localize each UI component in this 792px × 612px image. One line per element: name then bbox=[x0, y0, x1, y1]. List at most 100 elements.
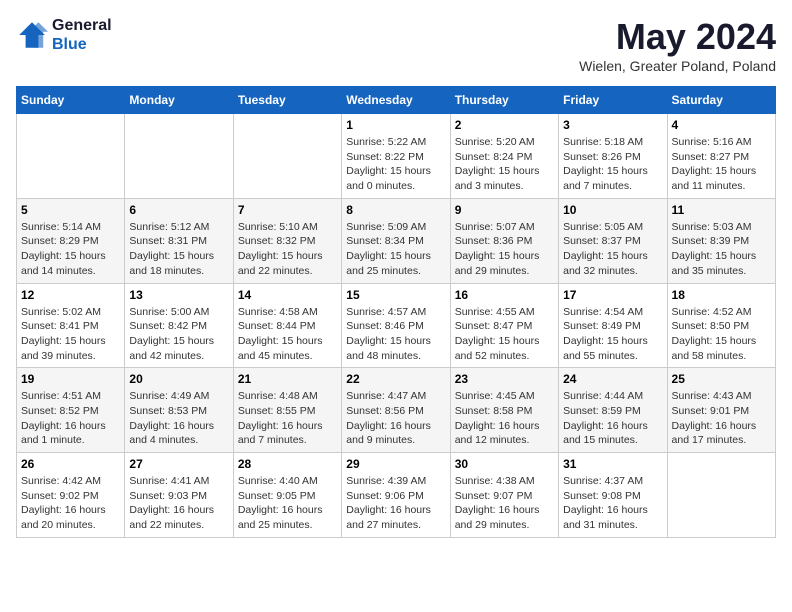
day-info: Sunrise: 4:49 AM Sunset: 8:53 PM Dayligh… bbox=[129, 389, 228, 448]
logo-icon bbox=[16, 19, 48, 51]
week-row-1: 5 Sunrise: 5:14 AM Sunset: 8:29 PM Daylig… bbox=[17, 198, 776, 283]
logo: General Blue bbox=[16, 16, 112, 54]
day-info: Sunrise: 4:37 AM Sunset: 9:08 PM Dayligh… bbox=[563, 474, 662, 533]
day-cell: 24 Sunrise: 4:44 AM Sunset: 8:59 PM Dayli… bbox=[559, 368, 667, 453]
location: Wielen, Greater Poland, Poland bbox=[579, 58, 776, 74]
day-number: 16 bbox=[455, 288, 554, 302]
day-cell: 27 Sunrise: 4:41 AM Sunset: 9:03 PM Dayli… bbox=[125, 453, 233, 538]
day-info: Sunrise: 4:52 AM Sunset: 8:50 PM Dayligh… bbox=[672, 305, 771, 364]
day-number: 26 bbox=[21, 457, 120, 471]
weekday-header-monday: Monday bbox=[125, 87, 233, 114]
day-info: Sunrise: 5:07 AM Sunset: 8:36 PM Dayligh… bbox=[455, 220, 554, 279]
day-info: Sunrise: 4:47 AM Sunset: 8:56 PM Dayligh… bbox=[346, 389, 445, 448]
day-cell: 2 Sunrise: 5:20 AM Sunset: 8:24 PM Daylig… bbox=[450, 114, 558, 199]
day-number: 17 bbox=[563, 288, 662, 302]
day-cell: 11 Sunrise: 5:03 AM Sunset: 8:39 PM Dayli… bbox=[667, 198, 775, 283]
day-number: 1 bbox=[346, 118, 445, 132]
day-number: 21 bbox=[238, 372, 337, 386]
day-number: 8 bbox=[346, 203, 445, 217]
day-number: 31 bbox=[563, 457, 662, 471]
day-number: 3 bbox=[563, 118, 662, 132]
weekday-header-tuesday: Tuesday bbox=[233, 87, 341, 114]
day-number: 4 bbox=[672, 118, 771, 132]
day-cell: 20Sunrise: 4:49 AM Sunset: 8:53 PM Dayli… bbox=[125, 368, 233, 453]
day-number: 6 bbox=[129, 203, 228, 217]
day-info: Sunrise: 5:16 AM Sunset: 8:27 PM Dayligh… bbox=[672, 135, 771, 194]
day-info: Sunrise: 5:05 AM Sunset: 8:37 PM Dayligh… bbox=[563, 220, 662, 279]
day-info: Sunrise: 4:42 AM Sunset: 9:02 PM Dayligh… bbox=[21, 474, 120, 533]
day-cell: 9 Sunrise: 5:07 AM Sunset: 8:36 PM Daylig… bbox=[450, 198, 558, 283]
day-cell: 5 Sunrise: 5:14 AM Sunset: 8:29 PM Daylig… bbox=[17, 198, 125, 283]
day-info: Sunrise: 5:18 AM Sunset: 8:26 PM Dayligh… bbox=[563, 135, 662, 194]
day-cell: 10 Sunrise: 5:05 AM Sunset: 8:37 PM Dayli… bbox=[559, 198, 667, 283]
day-number: 5 bbox=[21, 203, 120, 217]
calendar-table: SundayMondayTuesdayWednesdayThursdayFrid… bbox=[16, 86, 776, 538]
day-cell: 19Sunrise: 4:51 AM Sunset: 8:52 PM Dayli… bbox=[17, 368, 125, 453]
day-info: Sunrise: 5:22 AM Sunset: 8:22 PM Dayligh… bbox=[346, 135, 445, 194]
day-cell: 13Sunrise: 5:00 AM Sunset: 8:42 PM Dayli… bbox=[125, 283, 233, 368]
day-number: 7 bbox=[238, 203, 337, 217]
day-cell: 15 Sunrise: 4:57 AM Sunset: 8:46 PM Dayli… bbox=[342, 283, 450, 368]
month-title: May 2024 bbox=[579, 16, 776, 58]
day-cell: 6 Sunrise: 5:12 AM Sunset: 8:31 PM Daylig… bbox=[125, 198, 233, 283]
weekday-header-saturday: Saturday bbox=[667, 87, 775, 114]
day-info: Sunrise: 5:14 AM Sunset: 8:29 PM Dayligh… bbox=[21, 220, 120, 279]
day-number: 10 bbox=[563, 203, 662, 217]
weekday-header-sunday: Sunday bbox=[17, 87, 125, 114]
page-header: General Blue May 2024 Wielen, Greater Po… bbox=[16, 16, 776, 74]
day-cell: 12Sunrise: 5:02 AM Sunset: 8:41 PM Dayli… bbox=[17, 283, 125, 368]
day-info: Sunrise: 4:48 AM Sunset: 8:55 PM Dayligh… bbox=[238, 389, 337, 448]
day-info: Sunrise: 5:02 AM Sunset: 8:41 PM Dayligh… bbox=[21, 305, 120, 364]
day-number: 29 bbox=[346, 457, 445, 471]
day-number: 14 bbox=[238, 288, 337, 302]
day-number: 13 bbox=[129, 288, 228, 302]
day-info: Sunrise: 4:41 AM Sunset: 9:03 PM Dayligh… bbox=[129, 474, 228, 533]
day-number: 19 bbox=[21, 372, 120, 386]
day-info: Sunrise: 4:55 AM Sunset: 8:47 PM Dayligh… bbox=[455, 305, 554, 364]
week-row-0: 1 Sunrise: 5:22 AM Sunset: 8:22 PM Daylig… bbox=[17, 114, 776, 199]
day-info: Sunrise: 4:57 AM Sunset: 8:46 PM Dayligh… bbox=[346, 305, 445, 364]
weekday-header-row: SundayMondayTuesdayWednesdayThursdayFrid… bbox=[17, 87, 776, 114]
day-number: 22 bbox=[346, 372, 445, 386]
day-number: 11 bbox=[672, 203, 771, 217]
day-cell: 3 Sunrise: 5:18 AM Sunset: 8:26 PM Daylig… bbox=[559, 114, 667, 199]
week-row-3: 19Sunrise: 4:51 AM Sunset: 8:52 PM Dayli… bbox=[17, 368, 776, 453]
day-info: Sunrise: 4:44 AM Sunset: 8:59 PM Dayligh… bbox=[563, 389, 662, 448]
day-cell: 4 Sunrise: 5:16 AM Sunset: 8:27 PM Daylig… bbox=[667, 114, 775, 199]
day-info: Sunrise: 5:09 AM Sunset: 8:34 PM Dayligh… bbox=[346, 220, 445, 279]
day-number: 23 bbox=[455, 372, 554, 386]
weekday-header-wednesday: Wednesday bbox=[342, 87, 450, 114]
day-cell: 28Sunrise: 4:40 AM Sunset: 9:05 PM Dayli… bbox=[233, 453, 341, 538]
day-cell bbox=[17, 114, 125, 199]
day-cell: 14 Sunrise: 4:58 AM Sunset: 8:44 PM Dayli… bbox=[233, 283, 341, 368]
day-cell bbox=[667, 453, 775, 538]
day-info: Sunrise: 4:38 AM Sunset: 9:07 PM Dayligh… bbox=[455, 474, 554, 533]
day-cell: 7 Sunrise: 5:10 AM Sunset: 8:32 PM Daylig… bbox=[233, 198, 341, 283]
day-cell: 29 Sunrise: 4:39 AM Sunset: 9:06 PM Dayli… bbox=[342, 453, 450, 538]
day-cell: 1 Sunrise: 5:22 AM Sunset: 8:22 PM Daylig… bbox=[342, 114, 450, 199]
day-number: 2 bbox=[455, 118, 554, 132]
day-number: 15 bbox=[346, 288, 445, 302]
day-info: Sunrise: 5:12 AM Sunset: 8:31 PM Dayligh… bbox=[129, 220, 228, 279]
day-cell: 23Sunrise: 4:45 AM Sunset: 8:58 PM Dayli… bbox=[450, 368, 558, 453]
day-info: Sunrise: 4:58 AM Sunset: 8:44 PM Dayligh… bbox=[238, 305, 337, 364]
day-info: Sunrise: 4:43 AM Sunset: 9:01 PM Dayligh… bbox=[672, 389, 771, 448]
day-number: 9 bbox=[455, 203, 554, 217]
weekday-header-thursday: Thursday bbox=[450, 87, 558, 114]
day-number: 24 bbox=[563, 372, 662, 386]
day-info: Sunrise: 5:10 AM Sunset: 8:32 PM Dayligh… bbox=[238, 220, 337, 279]
day-cell: 8 Sunrise: 5:09 AM Sunset: 8:34 PM Daylig… bbox=[342, 198, 450, 283]
day-cell: 18Sunrise: 4:52 AM Sunset: 8:50 PM Dayli… bbox=[667, 283, 775, 368]
day-number: 25 bbox=[672, 372, 771, 386]
day-info: Sunrise: 4:39 AM Sunset: 9:06 PM Dayligh… bbox=[346, 474, 445, 533]
day-info: Sunrise: 5:20 AM Sunset: 8:24 PM Dayligh… bbox=[455, 135, 554, 194]
day-cell: 31 Sunrise: 4:37 AM Sunset: 9:08 PM Dayli… bbox=[559, 453, 667, 538]
day-info: Sunrise: 5:03 AM Sunset: 8:39 PM Dayligh… bbox=[672, 220, 771, 279]
weekday-header-friday: Friday bbox=[559, 87, 667, 114]
day-number: 30 bbox=[455, 457, 554, 471]
day-cell: 25 Sunrise: 4:43 AM Sunset: 9:01 PM Dayli… bbox=[667, 368, 775, 453]
day-cell: 17Sunrise: 4:54 AM Sunset: 8:49 PM Dayli… bbox=[559, 283, 667, 368]
day-number: 27 bbox=[129, 457, 228, 471]
logo-text: General Blue bbox=[52, 16, 112, 54]
day-cell bbox=[233, 114, 341, 199]
